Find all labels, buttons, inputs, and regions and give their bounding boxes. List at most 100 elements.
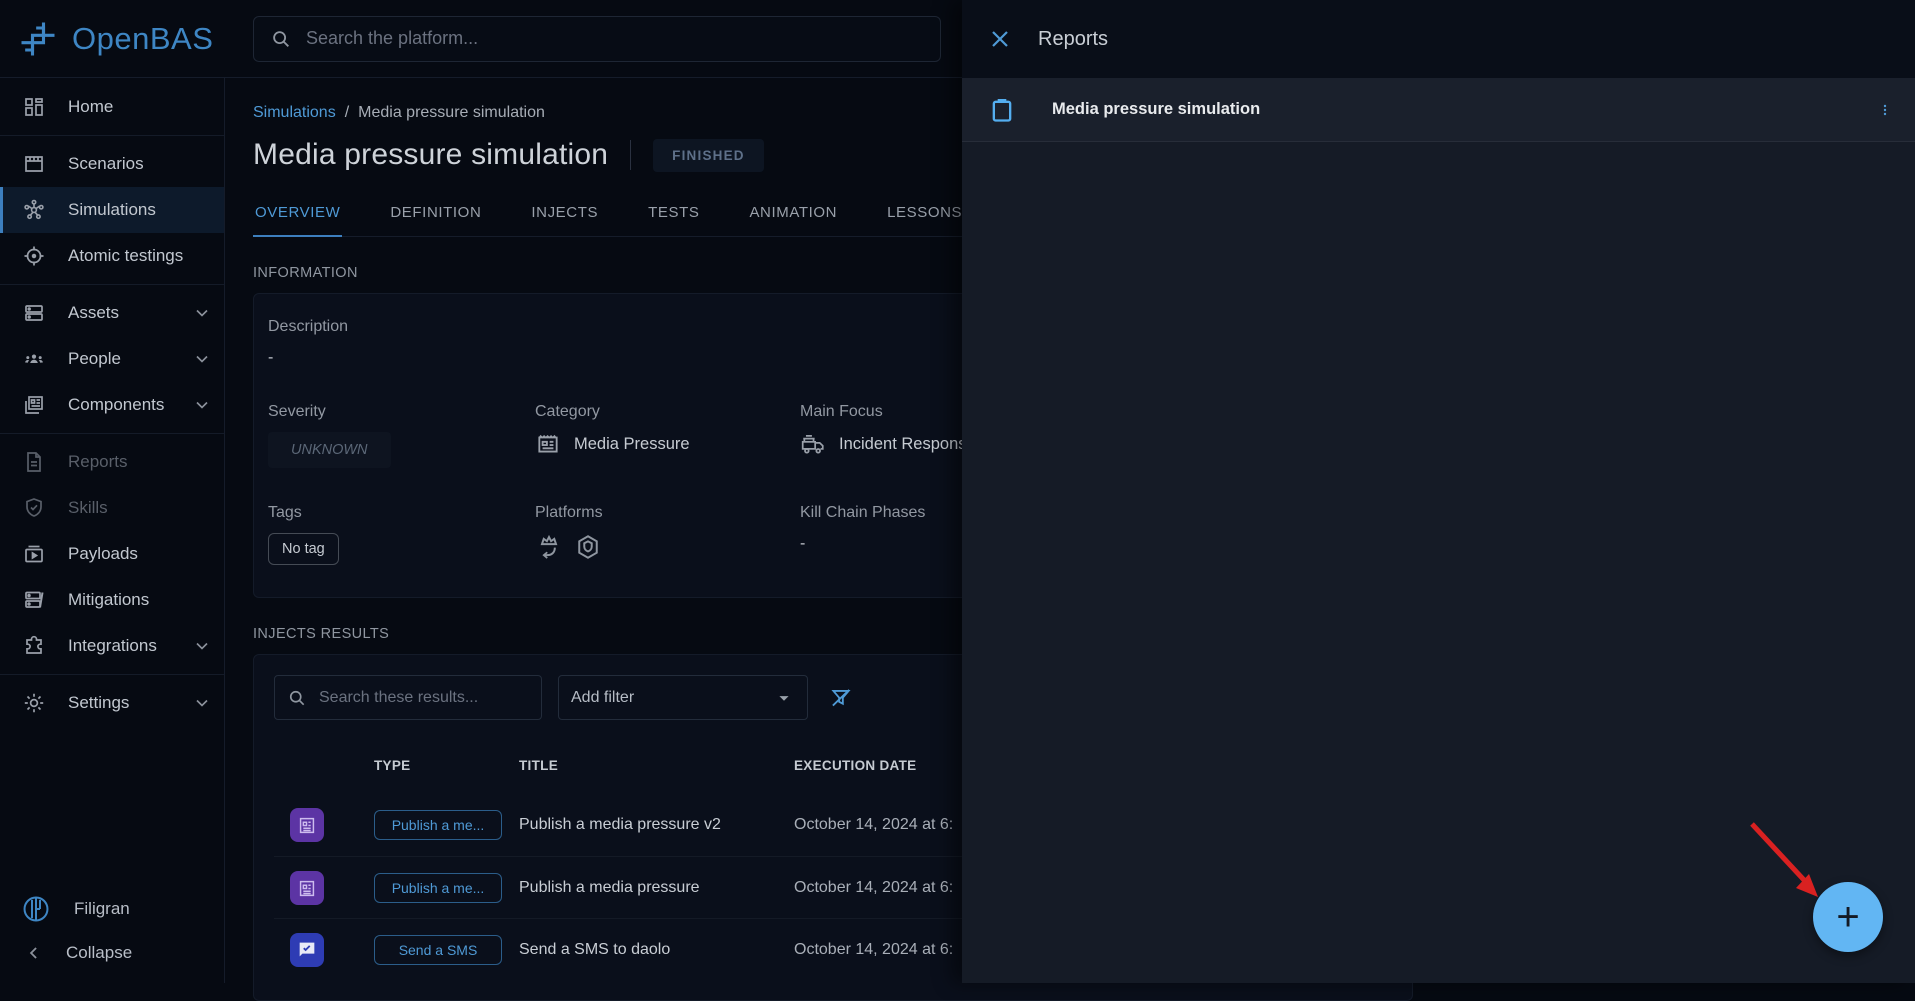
filigran-label: Filigran: [74, 899, 130, 919]
inject-type-chip[interactable]: Publish a me...: [374, 810, 502, 840]
breadcrumb-simulations-link[interactable]: Simulations: [253, 104, 336, 122]
global-search-input[interactable]: [304, 27, 924, 50]
dashboard-icon: [22, 95, 46, 119]
sidebar-item-reports[interactable]: Reports: [0, 439, 224, 485]
chevron-down-icon[interactable]: [192, 693, 212, 713]
sidebar-item-payloads[interactable]: Payloads: [0, 531, 224, 577]
inject-title: Send a SMS to daolo: [519, 941, 794, 959]
shield-check-icon: [22, 496, 46, 520]
inject-title: Publish a media pressure v2: [519, 816, 794, 834]
close-icon[interactable]: [988, 27, 1012, 51]
server-icon: [22, 588, 46, 612]
target-icon: [22, 244, 46, 268]
newspaper-icon: [535, 431, 561, 457]
platforms-label: Platforms: [535, 504, 800, 522]
fire-truck-icon: [800, 431, 826, 457]
sidebar-item-atomic-testings[interactable]: Atomic testings: [0, 233, 224, 279]
openbas-logo-icon: [16, 17, 60, 61]
add-filter-select[interactable]: Add filter: [558, 675, 808, 720]
sidebar-item-label: Atomic testings: [68, 246, 183, 266]
status-badge: FINISHED: [653, 139, 764, 172]
global-search[interactable]: [253, 16, 941, 62]
title-divider: [630, 140, 631, 170]
main-focus-value: Incident Response: [839, 435, 976, 454]
filigran-link[interactable]: Filigran: [0, 887, 224, 931]
search-icon: [270, 28, 292, 50]
sidebar-item-scenarios[interactable]: Scenarios: [0, 141, 224, 187]
tab-injects[interactable]: INJECTS: [529, 190, 600, 236]
sidebar-item-label: Home: [68, 97, 113, 117]
chevron-down-icon[interactable]: [192, 395, 212, 415]
chevron-down-icon[interactable]: [192, 303, 212, 323]
tab-overview[interactable]: OVERVIEW: [253, 190, 342, 237]
breadcrumb-current: Media pressure simulation: [358, 104, 545, 122]
groups-icon: [22, 347, 46, 371]
add-report-button[interactable]: +: [1813, 882, 1883, 952]
field-tags: Tags No tag: [268, 504, 535, 565]
inject-title: Publish a media pressure: [519, 879, 794, 897]
chevron-down-icon[interactable]: [192, 349, 212, 369]
sidebar-item-skills[interactable]: Skills: [0, 485, 224, 531]
collapse-label: Collapse: [66, 943, 132, 963]
page-title: Media pressure simulation: [253, 138, 608, 172]
sidebar-item-label: Mitigations: [68, 590, 149, 610]
sidebar-item-mitigations[interactable]: Mitigations: [0, 577, 224, 623]
field-severity: Severity UNKNOWN: [268, 403, 535, 468]
sidebar-item-label: Reports: [68, 452, 128, 472]
gear-icon: [22, 691, 46, 715]
logo-text: OpenBAS: [72, 21, 213, 57]
sidebar-item-label: Payloads: [68, 544, 138, 564]
inject-type-chip[interactable]: Publish a me...: [374, 873, 502, 903]
tab-animation[interactable]: ANIMATION: [747, 190, 839, 236]
sidebar-item-simulations[interactable]: Simulations: [0, 187, 224, 233]
category-label: Category: [535, 403, 800, 421]
collapse-sidebar-button[interactable]: Collapse: [0, 931, 224, 975]
chevron-down-icon[interactable]: [192, 636, 212, 656]
results-search[interactable]: [274, 675, 542, 720]
sidebar-item-label: People: [68, 349, 121, 369]
reports-drawer: Reports Media pressure simulation +: [962, 0, 1915, 983]
kebab-menu-icon[interactable]: [1873, 98, 1897, 122]
report-item-label: Media pressure simulation: [1052, 100, 1873, 119]
clipboard-icon: [988, 96, 1016, 124]
drawer-title: Reports: [1038, 28, 1108, 51]
clear-filters-icon[interactable]: [828, 685, 854, 711]
column-type: TYPE: [374, 758, 519, 773]
sidebar-footer: Filigran Collapse: [0, 887, 224, 975]
sidebar-item-home[interactable]: Home: [0, 84, 224, 130]
components-icon: [22, 393, 46, 417]
sidebar-item-label: Simulations: [68, 200, 156, 220]
sidebar-divider: [0, 433, 224, 434]
filigran-logo-icon: [20, 893, 52, 925]
tab-definition[interactable]: DEFINITION: [388, 190, 483, 236]
newspaper-icon: [296, 877, 318, 899]
sidebar-item-integrations[interactable]: Integrations: [0, 623, 224, 669]
inject-type-chip[interactable]: Send a SMS: [374, 935, 502, 965]
sidebar-item-people[interactable]: People: [0, 336, 224, 382]
severity-label: Severity: [268, 403, 535, 421]
sidebar-divider: [0, 284, 224, 285]
chevron-left-icon: [24, 943, 44, 963]
sidebar-item-settings[interactable]: Settings: [0, 680, 224, 726]
sidebar-item-label: Components: [68, 395, 164, 415]
movie-icon: [22, 152, 46, 176]
puzzle-icon: [22, 634, 46, 658]
sidebar-item-label: Integrations: [68, 636, 157, 656]
severity-badge: UNKNOWN: [268, 432, 391, 468]
sidebar-item-label: Assets: [68, 303, 119, 323]
sidebar-item-assets[interactable]: Assets: [0, 290, 224, 336]
tag-chip[interactable]: No tag: [268, 533, 339, 565]
sidebar-item-components[interactable]: Components: [0, 382, 224, 428]
report-list-item[interactable]: Media pressure simulation: [962, 78, 1915, 142]
search-icon: [287, 688, 307, 708]
report-icon: [22, 450, 46, 474]
tab-tests[interactable]: TESTS: [646, 190, 701, 236]
results-search-input[interactable]: [317, 688, 529, 708]
column-title: TITLE: [519, 758, 794, 773]
sidebar-divider: [0, 674, 224, 675]
field-category: Category Media Pressure: [535, 403, 800, 468]
drawer-header: Reports: [962, 0, 1915, 78]
app-logo[interactable]: OpenBAS: [0, 17, 225, 61]
hub-icon: [22, 198, 46, 222]
payloads-icon: [22, 542, 46, 566]
